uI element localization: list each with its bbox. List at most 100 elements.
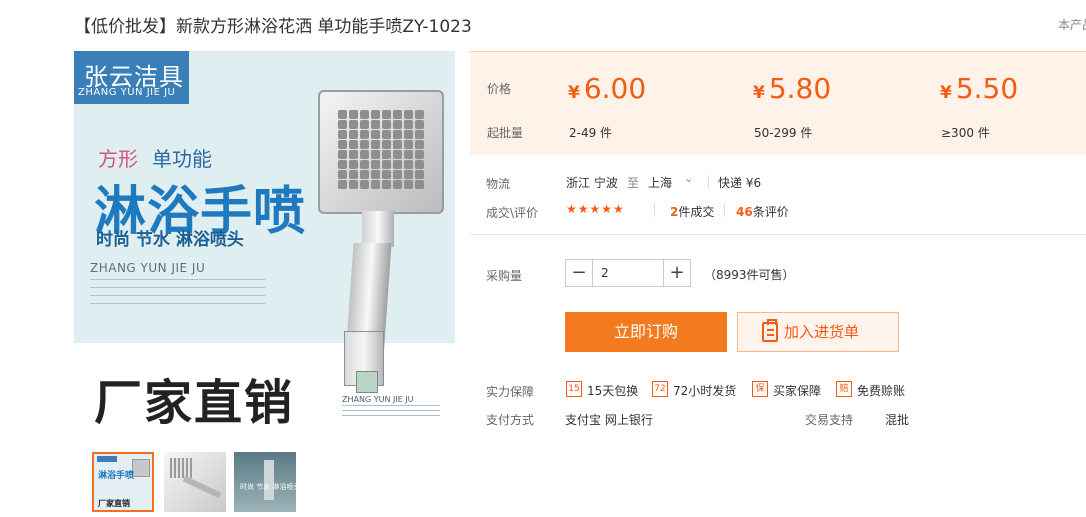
range-tier-3: ≥300 件 [941,126,990,140]
nozzle-hole [349,120,358,129]
rating-stars-icon: ★★★★★ [566,202,625,216]
nozzle-hole [349,180,358,189]
shower-head-graphic [318,90,444,214]
chevron-down-icon[interactable]: ⌄ [684,172,693,185]
exchange-15-days-icon: 15 [566,381,582,397]
nozzle-hole [360,160,369,169]
purchase-qty-label: 采购量 [486,269,523,283]
nozzle-hole [415,180,424,189]
section-divider [470,234,1086,235]
free-credit-icon: 赔 [836,381,852,397]
nozzle-hole [404,170,413,179]
thumbnail-2[interactable] [164,452,226,512]
image-factory-text: 厂家直销 [94,375,295,431]
guarantee-shipping[interactable]: 72小时发货 [673,382,736,399]
trade-support-value: 混批 [885,413,910,427]
image-tag-function: 单功能 [152,147,212,171]
add-to-cart-button[interactable]: 加入进货单 [737,312,899,352]
deals-count[interactable]: 2件成交 [670,203,714,220]
nozzle-hole [382,120,391,129]
range-tier-1: 2-49 件 [569,126,613,140]
nozzle-hole [382,130,391,139]
price-value: 5.50 [955,72,1019,105]
trade-support-label: 交易支持 [805,413,854,427]
nozzle-hole [371,110,380,119]
nozzle-hole [404,150,413,159]
guarantee-buyer[interactable]: 买家保障 [773,382,821,399]
currency-symbol: ¥ [568,83,580,103]
nozzle-hole [382,180,391,189]
available-stock: （8993件可售） [704,268,795,282]
nozzle-hole [415,170,424,179]
nozzle-hole [382,160,391,169]
price-value: 6.00 [583,72,647,105]
image-tag-square: 方形 [98,147,138,171]
corner-text: 本产品 [1058,18,1086,32]
buy-now-button[interactable]: 立即订购 [565,312,727,352]
divider [654,203,655,217]
guarantee-exchange[interactable]: 15天包换 [587,382,638,399]
price-tier-2: ¥5.80 [753,72,831,105]
nozzle-hole [393,160,402,169]
add-to-cart-label: 加入进货单 [784,323,860,341]
price-label: 价格 [487,82,512,96]
main-product-image[interactable]: 张云洁具 ZHANG YUN JIE JU 方形 单功能 淋浴手喷 时尚 节水 … [74,51,455,432]
nozzle-hole [393,150,402,159]
thumb-nozzle-closeup [170,458,194,478]
nozzle-hole [393,110,402,119]
payment-label: 支付方式 [486,413,535,427]
nozzle-hole [404,180,413,189]
nozzle-hole [360,170,369,179]
currency-symbol: ¥ [940,83,952,103]
reviews-text: 条评价 [752,205,789,219]
nozzle-hole [371,140,380,149]
range-tier-2: 50-299 件 [754,126,813,140]
ship-72-hours-icon: 72 [652,381,668,397]
nozzle-hole [360,180,369,189]
nozzle-hole [360,150,369,159]
brand-name-en: ZHANG YUN JIE JU [78,87,176,98]
reviews-count[interactable]: 46条评价 [736,203,789,220]
nozzle-hole [338,130,347,139]
nozzle-hole [338,110,347,119]
nozzle-hole [404,140,413,149]
nozzle-hole [338,120,347,129]
thumbnail-1[interactable]: 淋浴手喷 厂家直销 [92,452,154,512]
image-fine-print-small [342,405,440,420]
nozzle-hole [415,120,424,129]
nozzle-hole [382,150,391,159]
guarantee-credit[interactable]: 免费赊账 [857,382,905,399]
moq-label: 起批量 [487,126,524,140]
nozzle-hole [349,170,358,179]
nozzle-hole [404,130,413,139]
nozzle-hole [404,110,413,119]
thumbnail-3[interactable]: 时尚 节水 淋浴喷头 [234,452,296,512]
ship-from: 浙江 宁波 [566,176,618,190]
nozzle-hole [404,160,413,169]
nozzle-hole [360,110,369,119]
brand-badge: 张云洁具 ZHANG YUN JIE JU [74,51,189,104]
nozzle-hole [338,180,347,189]
nozzle-hole [382,140,391,149]
thumb-product-scene [264,460,274,500]
nozzle-hole [371,130,380,139]
nozzle-hole [338,170,347,179]
nozzle-hole [382,170,391,179]
nozzle-hole [360,130,369,139]
decrease-button[interactable]: − [565,259,593,287]
nozzle-hole [371,120,380,129]
deals-text: 件成交 [678,205,715,219]
nozzle-hole [349,110,358,119]
thumb-factory-text: 厂家直销 [98,499,130,508]
increase-button[interactable]: + [663,259,691,287]
shower-connector-graphic [356,371,378,393]
nozzle-hole [393,170,402,179]
price-tier-1: ¥6.00 [568,72,646,105]
quantity-input[interactable] [593,259,663,287]
nozzle-hole [415,160,424,169]
nozzle-hole [338,160,347,169]
guarantee-label: 实力保障 [486,385,535,399]
ship-to-select[interactable]: 上海 [648,174,672,191]
divider [708,175,709,189]
thumb-brand-badge [97,456,117,462]
